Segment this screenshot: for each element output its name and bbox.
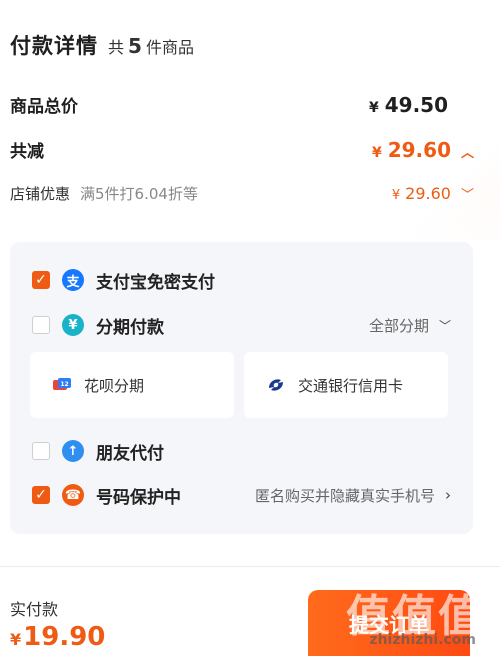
payment-options-panel: ✓ 支 支付宝免密支付 ¥ 分期付款 全部分期 ﹀ 12 花呗分期 交通银行信用卡 [10, 242, 473, 534]
shop-discount-info: 店铺优惠 满5件打6.04折等 [10, 183, 198, 204]
card-huabei[interactable]: 12 花呗分期 [30, 352, 234, 418]
item-count: 共 5 件商品 [108, 34, 194, 58]
alipay-icon: 支 [62, 269, 84, 291]
shop-discount-value: 29.60 [405, 184, 451, 203]
option-friend-pay[interactable]: ↑ 朋友代付 [32, 438, 451, 464]
goods-total-label: 商品总价 [10, 97, 78, 117]
friend-pay-label: 朋友代付 [96, 443, 164, 464]
friend-pay-checkbox[interactable] [32, 442, 50, 460]
discount-value: 29.60 [387, 137, 451, 162]
shop-discount-amount: ¥29.60 ﹀ [392, 184, 474, 203]
shop-discount-currency: ¥ [391, 188, 401, 203]
option-installment[interactable]: ¥ 分期付款 全部分期 ﹀ [32, 312, 451, 338]
goods-total-amount: ¥49.50 [369, 93, 448, 117]
discount-label: 共减 [10, 142, 44, 162]
alipay-checkbox[interactable]: ✓ [32, 271, 50, 289]
discount-row[interactable]: 共减 ¥29.60 ︿ [10, 137, 474, 163]
chevron-down-icon: ﹀ [438, 318, 451, 333]
card-bocom-label: 交通银行信用卡 [298, 376, 404, 395]
installment-label: 分期付款 [96, 317, 164, 338]
alipay-label: 支付宝免密支付 [96, 272, 215, 293]
huabei-icon: 12 [52, 375, 72, 395]
installment-checkbox[interactable] [32, 316, 50, 334]
item-count-prefix: 共 [108, 38, 125, 57]
svg-text:12: 12 [60, 381, 68, 388]
installment-icon: ¥ [62, 314, 84, 336]
goods-total-value: 49.50 [384, 92, 448, 117]
card-bocom[interactable]: 交通银行信用卡 [244, 352, 448, 418]
shield-icon: ☎ [62, 484, 84, 506]
item-count-number: 5 [128, 34, 142, 58]
number-protect-label: 号码保护中 [96, 487, 181, 508]
paid-currency: ¥ [10, 630, 22, 649]
number-protect-desc: 匿名购买并隐藏真实手机号 [254, 486, 435, 505]
friend-pay-icon: ↑ [62, 440, 84, 462]
installment-all-label: 全部分期 [368, 316, 429, 335]
checkout-page: 付款详情 共 5 件商品 商品总价 ¥49.50 共减 ¥29.60 ︿ 店铺优惠 满5… [0, 0, 500, 662]
installment-cards: 12 花呗分期 交通银行信用卡 [30, 352, 448, 418]
payment-details-header: 付款详情 共 5 件商品 [10, 30, 194, 60]
submit-order-button[interactable]: 提交订单 [308, 590, 470, 656]
installment-all-dropdown[interactable]: 全部分期 ﹀ [369, 315, 451, 336]
footer-divider [0, 566, 500, 567]
item-count-suffix: 件商品 [145, 38, 194, 57]
goods-total-currency: ¥ [368, 99, 379, 116]
discount-currency: ¥ [371, 144, 382, 161]
number-protect-checkbox[interactable]: ✓ [32, 486, 50, 504]
option-alipay[interactable]: ✓ 支 支付宝免密支付 [32, 267, 451, 293]
bocom-icon [266, 375, 286, 395]
shop-discount-promo: 满5件打6.04折等 [80, 185, 198, 203]
shop-discount-row[interactable]: 店铺优惠 满5件打6.04折等 ¥29.60 ﹀ [10, 183, 474, 204]
discount-amount: ¥29.60 ︿ [372, 138, 474, 162]
goods-total-row: 商品总价 ¥49.50 [10, 92, 474, 118]
paid-label: 实付款 [10, 600, 59, 619]
chevron-down-icon[interactable]: ﹀ [461, 188, 474, 203]
paid-value: 19.90 [23, 622, 106, 652]
number-protect-link[interactable]: 匿名购买并隐藏真实手机号 › [255, 485, 451, 506]
card-huabei-label: 花呗分期 [84, 376, 145, 395]
chevron-up-icon[interactable]: ︿ [461, 146, 474, 161]
option-number-protect[interactable]: ✓ ☎ 号码保护中 匿名购买并隐藏真实手机号 › [32, 482, 451, 508]
page-title: 付款详情 [10, 34, 98, 58]
shop-discount-label: 店铺优惠 [10, 185, 71, 203]
paid-amount: ¥19.90 [10, 622, 105, 652]
chevron-right-icon: › [445, 486, 451, 504]
